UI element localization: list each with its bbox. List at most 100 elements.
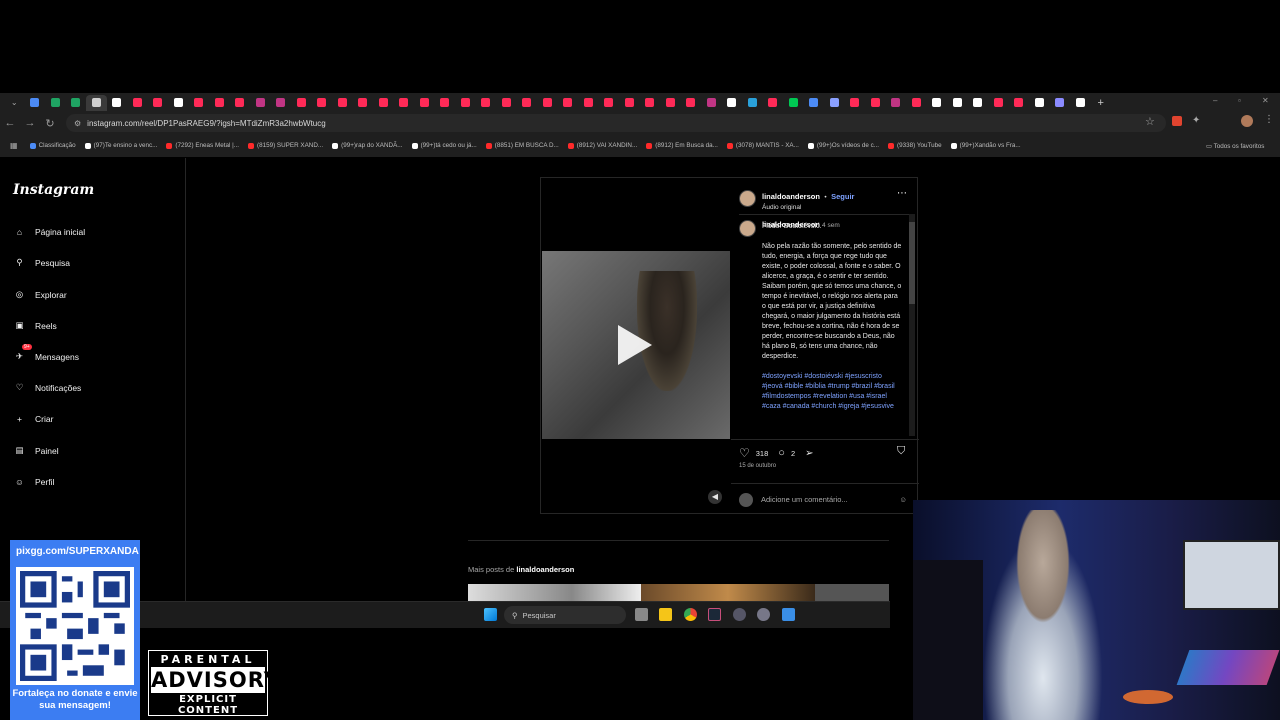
- save-bookmark-icon[interactable]: ⛉: [897, 445, 905, 458]
- mute-icon[interactable]: ◀: [708, 490, 722, 504]
- bookmark-item[interactable]: (8912) VAI XANDIN...: [567, 142, 637, 149]
- bookmark-item[interactable]: (97)Te ensino a venc...: [84, 142, 157, 149]
- nav-profile[interactable]: ☺ Perfil: [13, 475, 54, 488]
- bookmark-item[interactable]: (99+)Xandão vs Fra...: [950, 142, 1021, 149]
- nav-create[interactable]: + Criar: [13, 412, 53, 425]
- browser-tab[interactable]: [107, 95, 128, 111]
- browser-tab[interactable]: [148, 95, 169, 111]
- browser-tab[interactable]: [25, 95, 46, 111]
- browser-tab[interactable]: [619, 95, 640, 111]
- nav-reels[interactable]: ▣ Reels: [13, 319, 56, 332]
- browser-tab[interactable]: [353, 95, 374, 111]
- browser-tab[interactable]: [906, 95, 927, 111]
- browser-tab[interactable]: [1070, 95, 1091, 111]
- browser-tab[interactable]: [660, 95, 681, 111]
- browser-tab[interactable]: [476, 95, 497, 111]
- apps-grid-icon[interactable]: ▦: [10, 141, 18, 150]
- browser-tab[interactable]: [435, 95, 456, 111]
- bookmark-item[interactable]: (99+)tá cedo ou já...: [411, 142, 477, 149]
- extension-icon[interactable]: [1172, 116, 1182, 126]
- author-username[interactable]: linaldoanderson: [762, 192, 820, 201]
- nav-explore[interactable]: ◎ Explorar: [13, 288, 67, 301]
- play-icon[interactable]: [618, 325, 652, 365]
- minimize-icon[interactable]: –: [1213, 96, 1217, 105]
- file-explorer-icon[interactable]: [659, 608, 672, 621]
- all-bookmarks[interactable]: ▭ Todos os favoritos: [1206, 143, 1264, 150]
- bookmark-item[interactable]: Classificação: [29, 142, 76, 149]
- browser-tab[interactable]: [537, 95, 558, 111]
- bookmark-item[interactable]: (3078) MANTIS - XA...: [726, 142, 799, 149]
- browser-tab[interactable]: [865, 95, 886, 111]
- site-info-icon[interactable]: ⚙: [74, 119, 81, 128]
- windows-start-icon[interactable]: [484, 608, 497, 621]
- browser-tab[interactable]: [168, 95, 189, 111]
- bookmark-item[interactable]: (7292) Eneas Metal |...: [166, 142, 239, 149]
- paint-icon[interactable]: [782, 608, 795, 621]
- bookmark-star-icon[interactable]: ☆: [1145, 115, 1155, 128]
- browser-tab[interactable]: [517, 95, 538, 111]
- more-posts-username[interactable]: linaldoanderson: [516, 565, 574, 574]
- task-view-icon[interactable]: [635, 608, 648, 621]
- follow-button[interactable]: Seguir: [831, 192, 854, 201]
- share-icon[interactable]: ➢: [805, 448, 813, 459]
- browser-tab[interactable]: [742, 95, 763, 111]
- back-icon[interactable]: ←: [0, 117, 20, 129]
- browser-tab[interactable]: [332, 95, 353, 111]
- browser-tab[interactable]: [394, 95, 415, 111]
- browser-tab[interactable]: [414, 95, 435, 111]
- author-avatar[interactable]: [739, 190, 756, 207]
- browser-tab[interactable]: [558, 95, 579, 111]
- browser-tab[interactable]: [763, 95, 784, 111]
- audio-label[interactable]: Áudio original: [762, 204, 854, 211]
- browser-tab[interactable]: [127, 95, 148, 111]
- browser-tab[interactable]: [599, 95, 620, 111]
- browser-tab[interactable]: [1050, 95, 1071, 111]
- nav-search[interactable]: ⚲ Pesquisa: [13, 256, 70, 269]
- browser-tab[interactable]: [230, 95, 251, 111]
- tab-search-dropdown-icon[interactable]: ⌄: [4, 95, 25, 111]
- extensions-puzzle-icon[interactable]: ✦: [1192, 115, 1200, 126]
- browser-tab[interactable]: [804, 95, 825, 111]
- browser-tab[interactable]: [86, 94, 107, 111]
- close-window-icon[interactable]: ✕: [1262, 96, 1269, 105]
- forward-icon[interactable]: →: [20, 117, 40, 129]
- browser-tab[interactable]: [455, 95, 476, 111]
- browser-tab[interactable]: [209, 95, 230, 111]
- bookmark-item[interactable]: (8159) SUPER XAND...: [247, 142, 323, 149]
- url-field[interactable]: ⚙ instagram.com/reel/DP1PasRAEG9/?igsh=M…: [66, 114, 1166, 132]
- browser-tab[interactable]: [701, 95, 722, 111]
- browser-tab[interactable]: [189, 95, 210, 111]
- instagram-logo[interactable]: Instagram: [13, 182, 94, 198]
- nav-notifications[interactable]: ♡ Notificações: [13, 381, 82, 394]
- profile-avatar[interactable]: [1241, 115, 1253, 127]
- browser-tab[interactable]: [271, 95, 292, 111]
- browser-tab[interactable]: [681, 95, 702, 111]
- browser-tab[interactable]: [1029, 95, 1050, 111]
- steam-icon[interactable]: [708, 608, 721, 621]
- restore-icon[interactable]: ▫: [1238, 96, 1241, 105]
- settings-gear-icon[interactable]: [757, 608, 770, 621]
- nav-home[interactable]: ⌂ Página inicial: [13, 225, 85, 238]
- browser-tab[interactable]: [373, 95, 394, 111]
- browser-tab[interactable]: [722, 95, 743, 111]
- like-count[interactable]: 318: [756, 449, 769, 458]
- reel-video[interactable]: [542, 251, 730, 439]
- browser-tab[interactable]: [1009, 95, 1030, 111]
- taskbar-search[interactable]: ⚲ Pesquisar: [504, 606, 626, 624]
- browser-tab[interactable]: [988, 95, 1009, 111]
- browser-tab[interactable]: [947, 95, 968, 111]
- browser-tab[interactable]: [496, 95, 517, 111]
- post-thumbnail[interactable]: [641, 584, 815, 601]
- browser-tab[interactable]: [640, 95, 661, 111]
- caption-avatar[interactable]: [739, 220, 756, 237]
- emoji-icon[interactable]: ☺: [899, 495, 907, 504]
- more-options-icon[interactable]: ⋯: [897, 188, 907, 199]
- browser-tab[interactable]: [886, 95, 907, 111]
- menu-kebab-icon[interactable]: ⋮: [1264, 114, 1274, 125]
- post-thumbnail[interactable]: [815, 584, 889, 601]
- browser-tab[interactable]: [927, 95, 948, 111]
- browser-tab[interactable]: [291, 95, 312, 111]
- browser-tab[interactable]: [250, 95, 271, 111]
- browser-tab[interactable]: [783, 95, 804, 111]
- comment-input[interactable]: Adicione um comentário...: [761, 495, 848, 504]
